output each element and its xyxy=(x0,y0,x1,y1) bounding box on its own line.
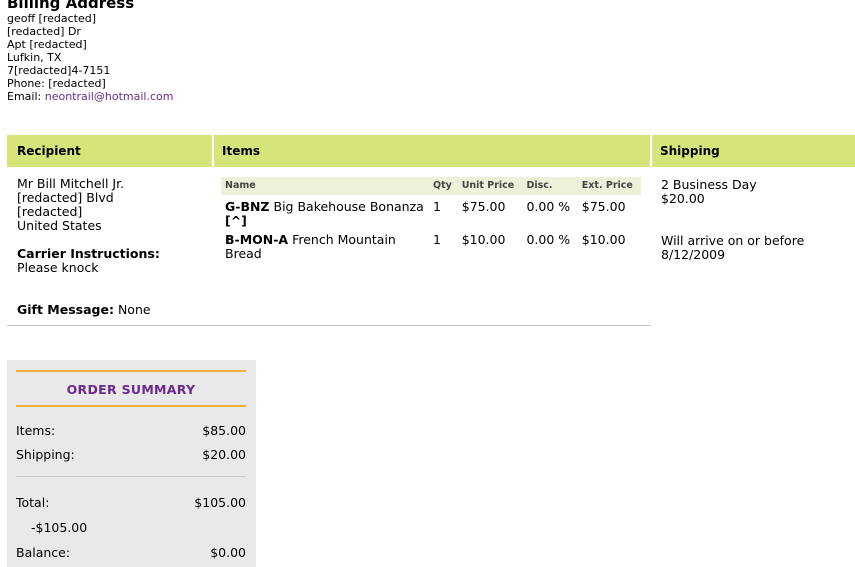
billing-apt: Apt [redacted] xyxy=(7,38,87,51)
shipping-cost: $20.00 xyxy=(661,191,705,206)
col-name: Name xyxy=(221,177,429,195)
recipient-cell: Mr Bill Mitchell Jr. [redacted] Blvd [re… xyxy=(7,167,213,326)
carrier-value: Please knock xyxy=(17,260,99,275)
summary-items-value: $85.00 xyxy=(202,423,246,438)
gift-label: Gift Message: xyxy=(17,302,114,317)
item-unit-price: $75.00 xyxy=(461,199,506,214)
col-ext-price: Ext. Price xyxy=(577,177,641,195)
summary-shipping-value: $20.00 xyxy=(202,447,246,462)
item-sku: B-MON-A xyxy=(225,232,289,247)
gift-value: None xyxy=(117,302,151,317)
order-table: Recipient Items Shipping Mr Bill Mitchel… xyxy=(7,135,855,326)
item-name-cell: G-BNZ Big Bakehouse Bonanza [^] xyxy=(221,195,429,228)
recipient-country: United States xyxy=(17,218,102,233)
item-sku: G-BNZ xyxy=(225,199,270,214)
header-recipient: Recipient xyxy=(7,135,213,167)
recipient-name: Mr Bill Mitchell Jr. xyxy=(17,176,125,191)
phone-label: Phone: xyxy=(7,77,45,90)
email-link[interactable]: neontrail@hotmail.com xyxy=(45,90,174,103)
billing-email: Email: neontrail@hotmail.com xyxy=(7,90,173,103)
summary-items-label: Items: xyxy=(16,423,56,438)
billing-address: Billing Address geoff [redacted] [redact… xyxy=(7,0,173,103)
gift-message: Gift Message: None xyxy=(17,303,213,317)
item-name: Big Bakehouse Bonanza xyxy=(273,199,424,214)
summary-total-row: Total: $105.00 xyxy=(16,495,246,510)
col-unit-price: Unit Price xyxy=(457,177,523,195)
billing-phone: Phone: [redacted] xyxy=(7,77,173,90)
item-name-cell: B-MON-A French Mountain Bread xyxy=(221,228,429,261)
col-disc: Disc. xyxy=(522,177,578,195)
summary-items-row: Items: $85.00 xyxy=(16,423,246,438)
summary-top-rule xyxy=(16,370,246,372)
item-expand-link[interactable]: [^] xyxy=(225,213,247,228)
summary-balance-value: $0.00 xyxy=(210,545,246,560)
summary-title: ORDER SUMMARY xyxy=(66,382,196,397)
summary-balance-label: Balance: xyxy=(16,545,71,560)
recipient-street: [redacted] Blvd xyxy=(17,190,114,205)
items-cell: Name Qty Unit Price Disc. Ext. Price G-B… xyxy=(213,167,651,326)
summary-total-value: $105.00 xyxy=(194,495,246,510)
item-ext-price: $10.00 xyxy=(581,232,626,247)
item-ext-price: $75.00 xyxy=(581,199,626,214)
item-qty: 1 xyxy=(433,232,441,247)
billing-name: geoff [redacted] xyxy=(7,12,97,25)
recipient-city: [redacted] xyxy=(17,204,83,219)
summary-divider xyxy=(16,476,246,477)
summary-balance-row: Balance: $0.00 xyxy=(16,545,246,560)
billing-heading: Billing Address xyxy=(7,0,135,12)
col-qty: Qty xyxy=(429,177,458,195)
header-items: Items xyxy=(212,135,651,167)
item-row: B-MON-A French Mountain Bread 1 $10.00 0… xyxy=(221,228,641,261)
item-row: G-BNZ Big Bakehouse Bonanza [^] 1 $75.00… xyxy=(221,195,641,228)
arrival-date: Will arrive on or before 8/12/2009 xyxy=(661,233,805,262)
summary-title-rule xyxy=(16,405,246,407)
order-summary: ORDER SUMMARY Items: $85.00 Shipping: $2… xyxy=(7,360,256,567)
phone-value: [redacted] xyxy=(48,77,106,90)
shipping-cell: 2 Business Day $20.00 Will arrive on or … xyxy=(651,167,855,326)
billing-city: Lufkin, TX xyxy=(7,51,62,64)
summary-payment: -$105.00 xyxy=(31,520,88,535)
item-qty: 1 xyxy=(433,199,441,214)
carrier-label: Carrier Instructions: xyxy=(17,246,160,261)
header-shipping: Shipping xyxy=(650,135,855,167)
shipping-method: 2 Business Day xyxy=(661,177,757,192)
items-table: Name Qty Unit Price Disc. Ext. Price G-B… xyxy=(221,177,641,261)
summary-shipping-row: Shipping: $20.00 xyxy=(16,447,246,462)
summary-total-label: Total: xyxy=(16,495,50,510)
email-label: Email: xyxy=(7,90,42,103)
summary-shipping-label: Shipping: xyxy=(16,447,75,462)
item-unit-price: $10.00 xyxy=(461,232,506,247)
item-disc: 0.00 % xyxy=(526,232,571,247)
item-disc: 0.00 % xyxy=(526,199,571,214)
billing-street: [redacted] Dr xyxy=(7,25,81,38)
billing-zip: 7[redacted]4-7151 xyxy=(7,64,111,77)
